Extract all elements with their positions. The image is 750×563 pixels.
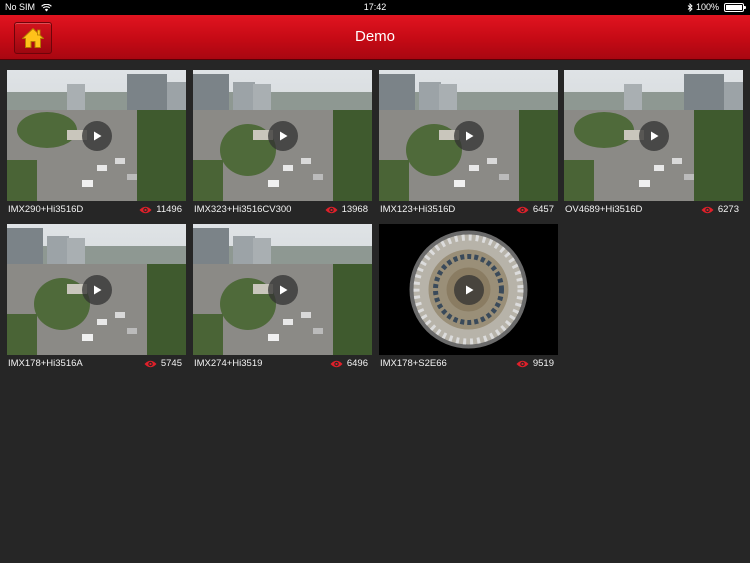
view-count: 6273 (701, 203, 739, 217)
video-caption: IMX290+Hi3516D 11496 (7, 203, 186, 217)
video-title: IMX123+Hi3516D (380, 204, 456, 215)
view-count: 6457 (516, 203, 554, 217)
play-button[interactable] (453, 120, 484, 151)
status-bar: No SIM 17:42 100% (0, 0, 750, 15)
navigation-bar: Demo (0, 15, 750, 60)
eye-icon (144, 360, 157, 368)
play-button[interactable] (267, 274, 298, 305)
video-thumbnail[interactable] (7, 224, 186, 355)
play-icon (279, 131, 287, 140)
video-caption: OV4689+Hi3516D 6273 (564, 203, 743, 217)
video-thumbnail[interactable] (193, 224, 372, 355)
eye-icon (701, 206, 714, 214)
play-button[interactable] (81, 120, 112, 151)
view-count: 9519 (516, 357, 554, 371)
eye-icon (325, 206, 338, 214)
video-title: OV4689+Hi3516D (565, 204, 643, 215)
video-title: IMX178+S2E66 (380, 358, 447, 369)
view-count: 11496 (139, 203, 182, 217)
video-thumbnail[interactable] (379, 224, 558, 355)
video-title: IMX323+Hi3516CV300 (194, 204, 292, 215)
view-count-value: 9519 (532, 358, 554, 369)
view-count-value: 6273 (717, 204, 739, 215)
video-caption: IMX178+Hi3516A 5745 (7, 357, 186, 371)
play-icon (279, 285, 287, 294)
bluetooth-icon (687, 3, 693, 12)
play-icon (465, 285, 473, 294)
eye-icon (516, 206, 529, 214)
play-button[interactable] (267, 120, 298, 151)
video-thumbnail[interactable] (193, 70, 372, 201)
video-caption: IMX274+Hi3519 6496 (193, 357, 372, 371)
video-thumbnail[interactable] (379, 70, 558, 201)
play-icon (93, 285, 101, 294)
battery-area: 100% (687, 0, 746, 15)
view-count: 5745 (144, 357, 182, 371)
play-icon (93, 131, 101, 140)
eye-icon (516, 360, 529, 368)
view-count-value: 6496 (346, 358, 368, 369)
view-count-value: 13968 (341, 204, 368, 215)
play-icon (465, 131, 473, 140)
play-button[interactable] (81, 274, 112, 305)
view-count-value: 6457 (532, 204, 554, 215)
view-count: 6496 (330, 357, 368, 371)
view-count: 13968 (325, 203, 368, 217)
page-title: Demo (354, 28, 395, 45)
video-thumbnail[interactable] (564, 70, 743, 201)
view-count-value: 11496 (156, 204, 182, 215)
video-thumbnail[interactable] (7, 70, 186, 201)
video-caption: IMX123+Hi3516D 6457 (379, 203, 558, 217)
play-button[interactable] (638, 120, 669, 151)
video-title: IMX290+Hi3516D (8, 204, 84, 215)
video-title: IMX274+Hi3519 (194, 358, 263, 369)
video-title: IMX178+Hi3516A (8, 358, 83, 369)
video-caption: IMX178+S2E66 9519 (379, 357, 558, 371)
battery-icon (724, 3, 746, 12)
video-caption: IMX323+Hi3516CV300 13968 (193, 203, 372, 217)
eye-icon (139, 206, 152, 214)
battery-percent: 100% (695, 2, 719, 12)
view-count-value: 5745 (160, 358, 182, 369)
clock: 17:42 (363, 2, 387, 12)
eye-icon (330, 360, 343, 368)
play-icon (650, 131, 658, 140)
play-button[interactable] (453, 274, 484, 305)
